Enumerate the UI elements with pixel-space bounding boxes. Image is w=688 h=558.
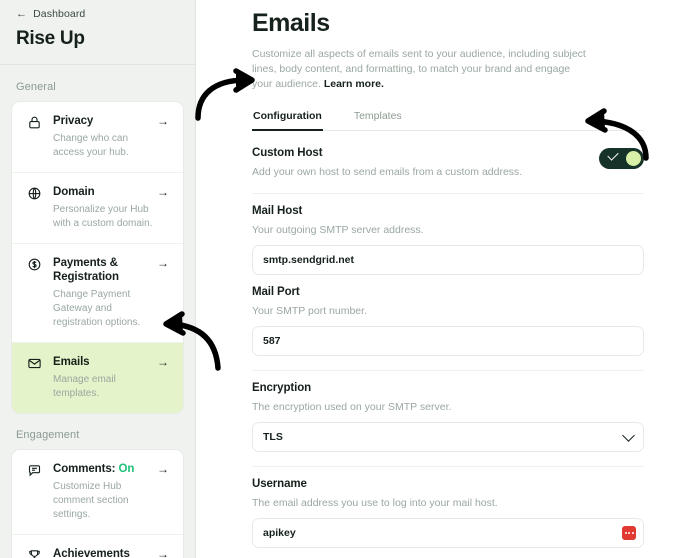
learn-more-link[interactable]: Learn more.: [324, 78, 384, 90]
check-icon: [607, 149, 619, 161]
sidebar-group-general: Privacy Change who can access your hub. …: [12, 102, 183, 413]
sidebar-item-label-text: Comments:: [53, 463, 116, 475]
field-value: TLS: [263, 431, 283, 443]
custom-host-toggle[interactable]: [599, 148, 644, 169]
field-label: Username: [252, 478, 307, 490]
field-mail-port: Mail Port Your SMTP port number. 587: [252, 286, 644, 356]
sidebar-item-desc: Change who can access your hub.: [53, 133, 129, 158]
field-label: Mail Host: [252, 205, 303, 217]
arrow-right-icon: →: [157, 547, 169, 558]
sidebar-item-desc: Change Payment Gateway and registration …: [53, 289, 141, 328]
sidebar-item-privacy[interactable]: Privacy Change who can access your hub. …: [12, 102, 183, 173]
section-divider: [252, 370, 644, 371]
field-value: 587: [263, 335, 281, 347]
sidebar-item-label: Emails: [53, 356, 90, 368]
arrow-right-icon: →: [157, 256, 169, 270]
envelope-icon: [24, 355, 44, 371]
comment-icon: [24, 462, 44, 478]
page-title: Emails: [252, 9, 330, 37]
field-help: The email address you use to log into yo…: [252, 497, 498, 509]
sidebar-item-label: Payments & Registration: [53, 257, 119, 283]
back-to-dashboard-label: Dashboard: [33, 8, 86, 20]
field-value: smtp.sendgrid.net: [263, 254, 355, 266]
field-help: Your outgoing SMTP server address.: [252, 224, 424, 236]
custom-host-label: Custom Host: [252, 147, 323, 159]
sidebar-item-label: Achievements: [53, 548, 130, 558]
sidebar-group-label-engagement: Engagement: [16, 429, 80, 441]
sidebar-item-payments-registration[interactable]: Payments & Registration Change Payment G…: [12, 244, 183, 343]
trophy-icon: [24, 547, 44, 558]
sidebar-item-comments[interactable]: Comments: On Customize Hub comment secti…: [12, 450, 183, 535]
field-username: Username The email address you use to lo…: [252, 478, 644, 548]
custom-host-help: Add your own host to send emails from a …: [252, 166, 523, 178]
field-value: apikey: [263, 527, 296, 539]
sidebar-item-emails[interactable]: Emails Manage email templates. →: [12, 343, 183, 413]
sidebar-item-domain[interactable]: Domain Personalize your Hub with a custo…: [12, 173, 183, 244]
sidebar-item-desc: Personalize your Hub with a custom domai…: [53, 204, 153, 229]
page-description-text: Customize all aspects of emails sent to …: [252, 48, 586, 90]
username-input[interactable]: apikey: [252, 518, 644, 548]
sidebar-group-label-general: General: [16, 81, 56, 93]
arrow-right-icon: →: [157, 355, 169, 369]
sidebar-item-label: Comments: On: [53, 462, 157, 476]
custom-host-section: Custom Host Add your own host to send em…: [252, 131, 644, 194]
field-help: Your SMTP port number.: [252, 305, 367, 317]
settings-page: ← Dashboard Rise Up General Privacy Chan…: [0, 0, 688, 558]
dollar-circle-icon: [24, 256, 44, 272]
sidebar-group-engagement: Comments: On Customize Hub comment secti…: [12, 450, 183, 558]
sidebar: ← Dashboard Rise Up General Privacy Chan…: [0, 0, 196, 558]
page-description: Customize all aspects of emails sent to …: [252, 47, 592, 92]
sidebar-item-label: Domain: [53, 186, 95, 198]
mail-port-input[interactable]: 587: [252, 326, 644, 356]
field-help: The encryption used on your SMTP server.: [252, 401, 452, 413]
toggle-knob: [626, 151, 641, 166]
hub-title: Rise Up: [16, 28, 85, 49]
tab-bar: Configuration Templates: [252, 106, 644, 131]
field-label: Mail Port: [252, 286, 300, 298]
field-encryption: Encryption The encryption used on your S…: [252, 382, 644, 452]
status-badge: On: [118, 463, 135, 475]
field-mail-host: Mail Host Your outgoing SMTP server addr…: [252, 205, 644, 275]
sidebar-item-label: Privacy: [53, 115, 94, 127]
sidebar-item-desc: Manage email templates.: [53, 374, 116, 399]
arrow-right-icon: →: [157, 114, 169, 128]
mail-host-input[interactable]: smtp.sendgrid.net: [252, 245, 644, 275]
encryption-select[interactable]: TLS: [252, 422, 644, 452]
arrow-right-icon: →: [157, 185, 169, 199]
tab-configuration[interactable]: Configuration: [252, 106, 323, 131]
arrow-right-icon: →: [157, 462, 169, 476]
sidebar-item-achievements[interactable]: Achievements Reward your audience for en…: [12, 535, 183, 558]
section-divider: [252, 193, 644, 194]
password-manager-icon[interactable]: [622, 526, 636, 540]
globe-icon: [24, 185, 44, 201]
sidebar-item-desc: Customize Hub comment section settings.: [53, 481, 129, 520]
back-to-dashboard-link[interactable]: ← Dashboard: [0, 0, 195, 24]
chevron-down-icon: [622, 428, 635, 442]
lock-icon: [24, 114, 44, 130]
section-divider: [252, 466, 644, 467]
tab-templates[interactable]: Templates: [353, 106, 403, 131]
main-content: Emails Customize all aspects of emails s…: [196, 0, 688, 558]
field-label: Encryption: [252, 382, 312, 394]
arrow-left-icon: ←: [16, 7, 28, 20]
